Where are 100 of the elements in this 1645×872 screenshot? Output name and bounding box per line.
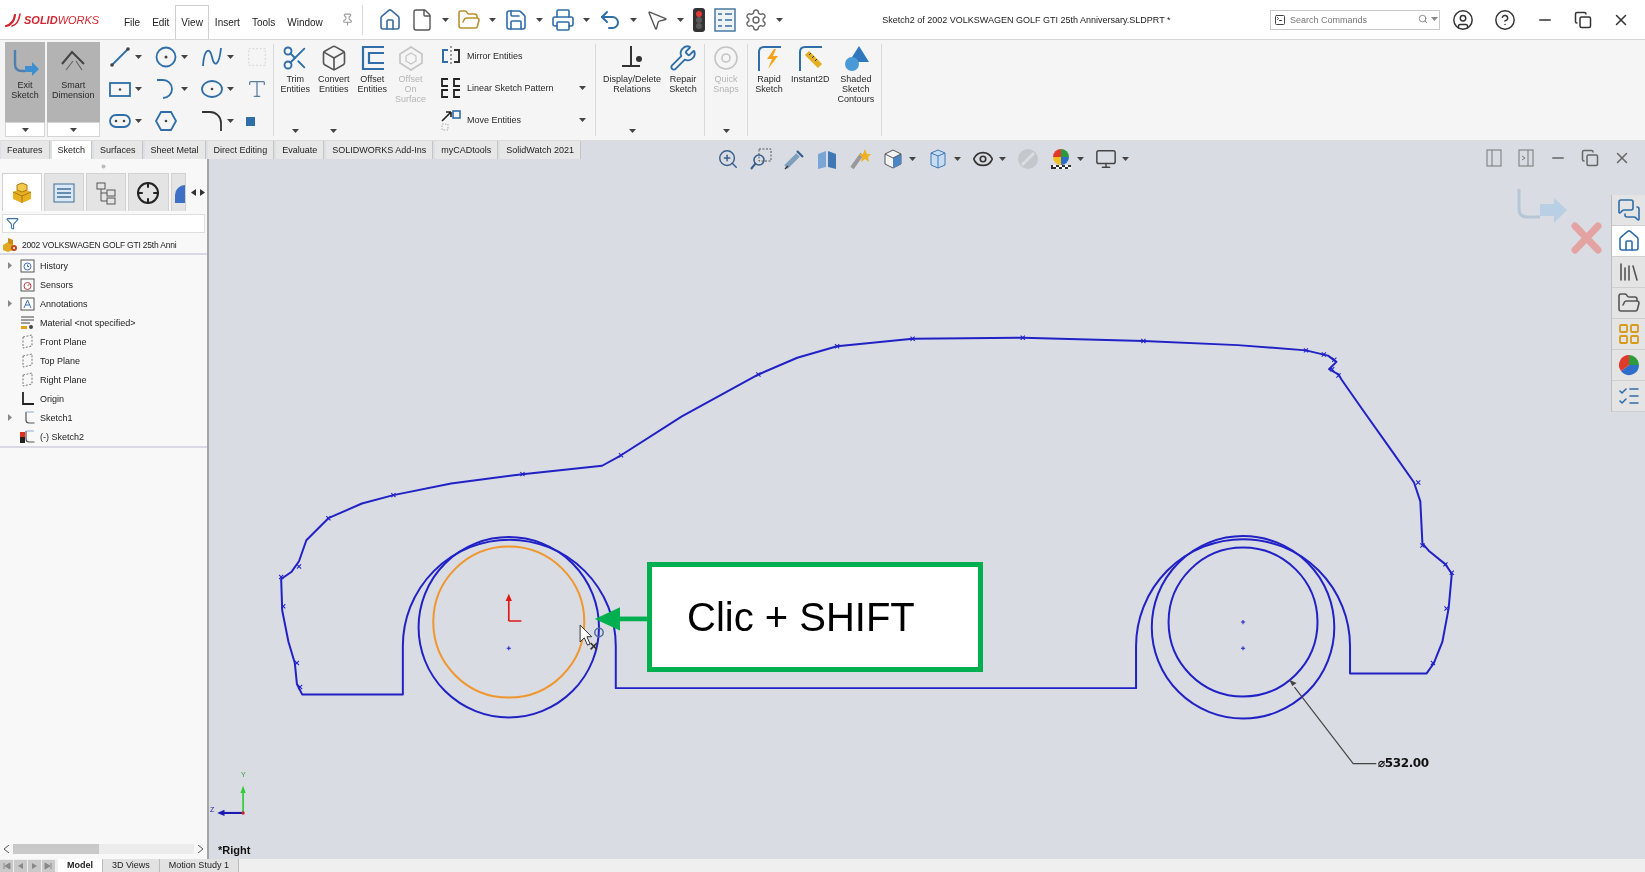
- dropdown-button[interactable]: [5, 122, 45, 137]
- caret-icon[interactable]: [629, 17, 637, 22]
- command-tab[interactable]: Features: [1, 141, 50, 159]
- scroll-right-icon[interactable]: [198, 845, 203, 853]
- caret-icon[interactable]: [488, 17, 496, 22]
- save-icon[interactable]: [503, 7, 528, 32]
- caret-icon[interactable]: [441, 17, 449, 22]
- tree-item[interactable]: Origin: [18, 390, 66, 407]
- caret-icon[interactable]: [226, 119, 234, 123]
- rapid-sketch-button[interactable]: Rapid Sketch: [753, 40, 786, 94]
- filter-field[interactable]: [2, 214, 205, 233]
- caret-icon[interactable]: [954, 157, 961, 161]
- view-cube-icon[interactable]: [882, 148, 904, 170]
- hexagon-tool-icon[interactable]: [153, 109, 178, 133]
- caret-icon[interactable]: [676, 17, 684, 22]
- caret-icon[interactable]: [180, 87, 188, 91]
- menu-item[interactable]: View: [175, 5, 209, 39]
- tree-item[interactable]: Material <not specified>: [18, 314, 138, 331]
- first-icon[interactable]: [0, 859, 13, 872]
- user-account-icon[interactable]: [1452, 8, 1474, 31]
- command-tab[interactable]: Sheet Metal: [144, 141, 206, 159]
- panel-tab[interactable]: [128, 173, 169, 211]
- expand-arrow-icon[interactable]: [8, 262, 12, 269]
- caret-icon[interactable]: [134, 87, 142, 91]
- home-icon[interactable]: [377, 7, 402, 32]
- scrollbar-thumb[interactable]: [13, 844, 99, 854]
- caret-icon[interactable]: [21, 127, 29, 132]
- open-folder-icon[interactable]: [456, 7, 481, 32]
- scene-sphere-icon[interactable]: [1050, 148, 1072, 170]
- command-tab[interactable]: Direct Editing: [207, 141, 275, 159]
- mirror-button[interactable]: Mirror Entities: [440, 45, 523, 67]
- task-pane-tab[interactable]: [1612, 226, 1645, 257]
- line-tool-icon[interactable]: [107, 45, 132, 69]
- point-tool-icon[interactable]: [245, 116, 255, 126]
- section-view-icon[interactable]: [816, 148, 838, 170]
- ellipse-tool-icon[interactable]: [199, 77, 224, 101]
- previous-view-icon[interactable]: [783, 148, 805, 170]
- offset-button[interactable]: Offset Entities: [355, 40, 390, 94]
- caret-icon[interactable]: [180, 55, 188, 59]
- monitor-icon[interactable]: [1095, 148, 1117, 170]
- command-tab[interactable]: SolidWatch 2021: [500, 141, 581, 159]
- caret-icon[interactable]: [226, 55, 234, 59]
- display-style-icon[interactable]: [927, 148, 949, 170]
- tree-item[interactable]: Sketch1: [18, 409, 75, 426]
- tree-item[interactable]: Annotations: [18, 295, 90, 312]
- help-icon[interactable]: [1494, 8, 1516, 31]
- caret-icon[interactable]: [909, 157, 916, 161]
- tree-item[interactable]: Top Plane: [18, 352, 83, 369]
- instant2d-button[interactable]: Instant2D: [789, 40, 832, 84]
- circle-tool-icon[interactable]: [153, 45, 178, 69]
- spline-tool-icon[interactable]: [199, 45, 224, 69]
- move-button[interactable]: Move Entities: [440, 109, 522, 131]
- fillet-tool-icon[interactable]: [199, 109, 224, 133]
- tree-item[interactable]: History: [18, 257, 70, 274]
- search-icon[interactable]: [1418, 13, 1428, 24]
- tree-item[interactable]: Right Plane: [18, 371, 89, 388]
- caret-icon[interactable]: [1077, 157, 1084, 161]
- tree-item[interactable]: Sensors: [18, 276, 76, 293]
- caret-icon[interactable]: [582, 17, 590, 22]
- convert-button[interactable]: Convert Entities: [316, 40, 352, 94]
- repair-button[interactable]: Repair Sketch: [667, 40, 700, 94]
- scroll-left-icon[interactable]: [4, 845, 9, 853]
- grip-icon[interactable]: [101, 163, 106, 169]
- relations-button[interactable]: Display/Delete Relations: [601, 40, 664, 94]
- caret-icon[interactable]: [69, 127, 77, 132]
- tree-item[interactable]: Front Plane: [18, 333, 89, 350]
- command-tab[interactable]: SOLIDWORKS Add-Ins: [326, 141, 434, 159]
- command-tab[interactable]: Surfaces: [94, 141, 143, 159]
- caret-icon[interactable]: [134, 119, 142, 123]
- trim-button[interactable]: Trim Entities: [278, 40, 312, 94]
- expand-arrow-icon[interactable]: [8, 414, 12, 421]
- expand-arrow-icon[interactable]: [8, 300, 12, 307]
- previous-icon[interactable]: [14, 859, 27, 872]
- search-field[interactable]: Search Commands: [1270, 9, 1440, 30]
- menu-item[interactable]: Tools: [245, 5, 282, 39]
- menu-item[interactable]: Window: [281, 5, 329, 39]
- caret-icon[interactable]: [628, 129, 636, 133]
- tree-item[interactable]: 2002 VOLKSWAGEN GOLF GTI 25th Anni: [1, 236, 178, 253]
- menu-item[interactable]: Edit: [146, 5, 176, 39]
- file-properties-icon[interactable]: [713, 7, 736, 32]
- last-icon[interactable]: [42, 859, 55, 872]
- menu-item[interactable]: Insert: [208, 5, 246, 39]
- pin-icon[interactable]: [340, 13, 354, 26]
- caret-icon[interactable]: [775, 17, 783, 22]
- bottom-tab[interactable]: Model: [58, 859, 103, 872]
- bottom-tab[interactable]: Motion Study 1: [159, 859, 239, 872]
- smart-dimension-button[interactable]: Smart Dimension: [47, 42, 100, 122]
- settings-icon[interactable]: [743, 7, 768, 32]
- caret-icon[interactable]: [535, 17, 543, 22]
- next-icon[interactable]: [28, 859, 41, 872]
- linear-pattern-button[interactable]: Linear Sketch Pattern: [440, 77, 554, 99]
- caret-icon[interactable]: [579, 86, 587, 90]
- menu-item[interactable]: File: [118, 5, 147, 39]
- caret-icon[interactable]: [579, 118, 587, 122]
- caret-icon[interactable]: [999, 157, 1006, 161]
- bottom-tab[interactable]: 3D Views: [103, 859, 160, 872]
- scroll-left-icon[interactable]: [191, 188, 196, 196]
- restore-icon[interactable]: [1574, 10, 1592, 29]
- caret-icon[interactable]: [134, 55, 142, 59]
- caret-icon[interactable]: [1122, 157, 1129, 161]
